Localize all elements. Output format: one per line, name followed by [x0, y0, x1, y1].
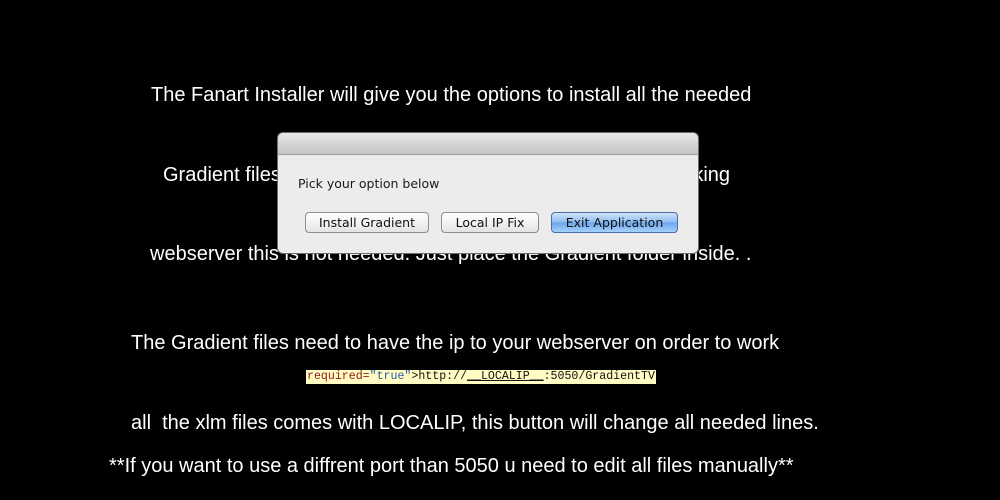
code-attr: required= [307, 370, 370, 383]
local-ip-fix-button[interactable]: Local IP Fix [441, 212, 539, 233]
code-value: "true" [369, 370, 412, 383]
footer-note: **If you want to use a diffrent port tha… [109, 455, 794, 477]
install-gradient-button[interactable]: Install Gradient [305, 212, 429, 233]
code-text-after: :5050/GradientTV [543, 370, 655, 383]
installer-dialog: Pick your option below Install Gradient … [278, 133, 698, 253]
dialog-prompt: Pick your option below [298, 176, 440, 191]
code-snippet: required="true">http://__LOCALIP__:5050/… [306, 370, 656, 384]
code-text-before: >http:// [411, 370, 468, 383]
exit-application-button[interactable]: Exit Application [551, 212, 678, 233]
dialog-titlebar[interactable] [278, 133, 698, 155]
middle-line-1: The Gradient files need to have the ip t… [131, 332, 780, 354]
code-localip-placeholder: __LOCALIP__ [467, 370, 544, 383]
middle-line-2: all the xlm files comes with LOCALIP, th… [131, 411, 819, 434]
intro-line-1: The Fanart Installer will give you the o… [151, 84, 752, 106]
